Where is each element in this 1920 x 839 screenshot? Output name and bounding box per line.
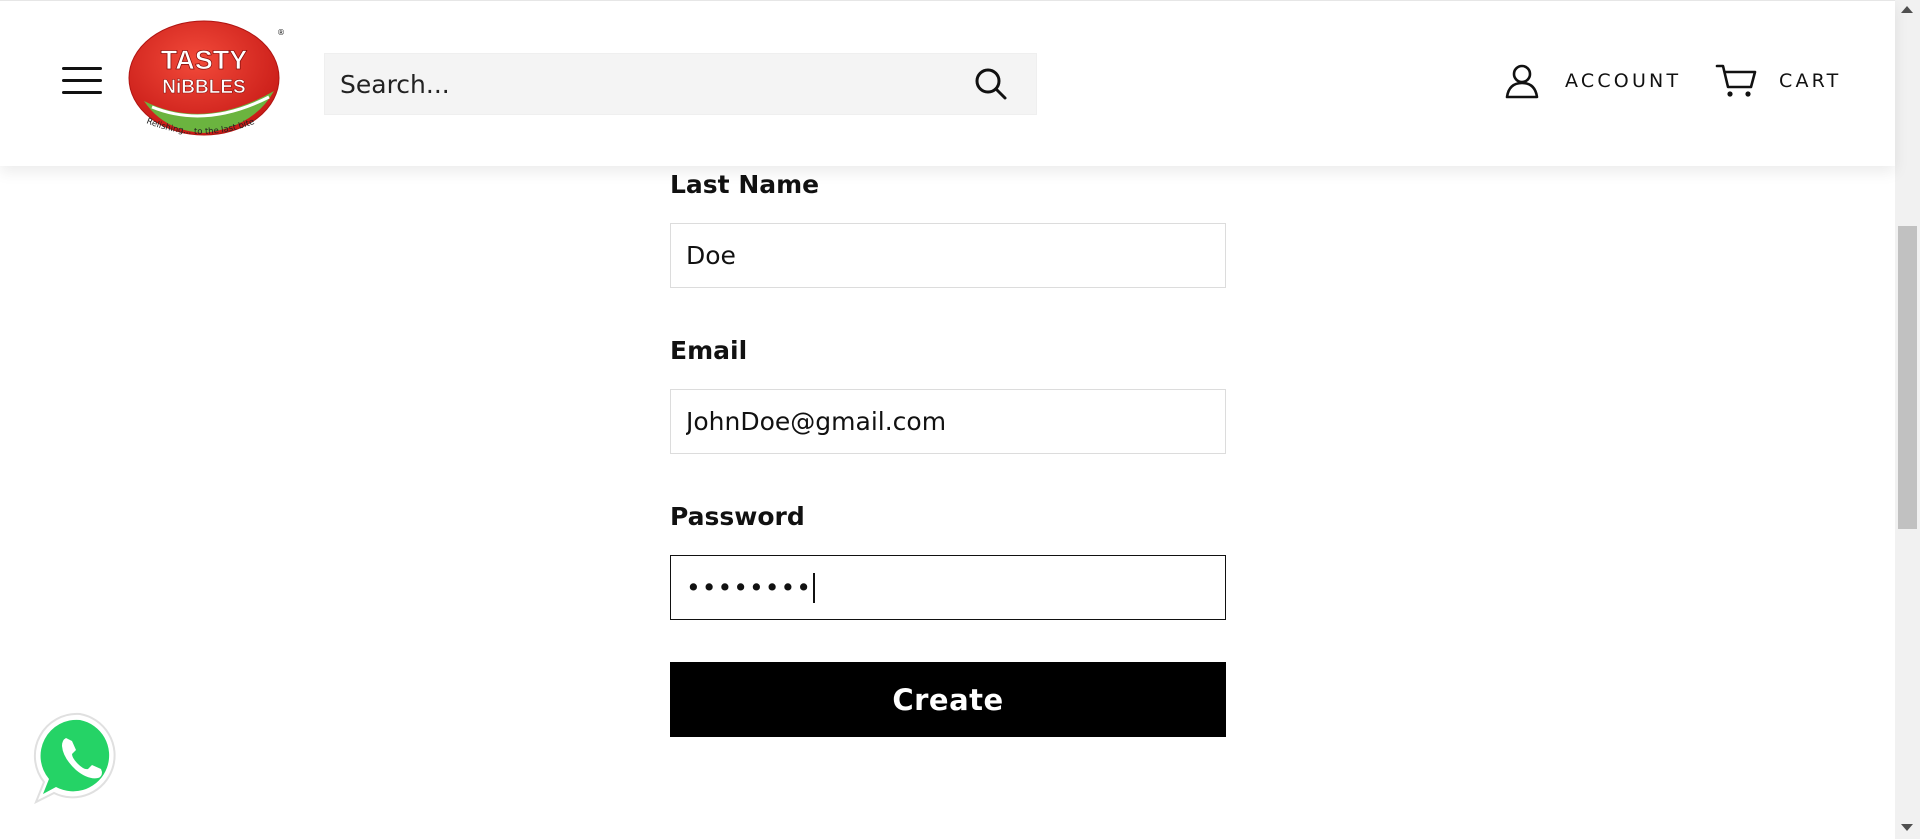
- site-header: TASTY NiBBLES ® Relishing... to the last…: [0, 0, 1895, 166]
- user-icon: [1505, 64, 1539, 99]
- password-value: ••••••••: [686, 573, 812, 602]
- cart-label: CART: [1779, 70, 1842, 92]
- logo[interactable]: TASTY NiBBLES ® Relishing... to the last…: [124, 19, 285, 147]
- cart-link[interactable]: CART: [1715, 63, 1842, 99]
- search-input[interactable]: [325, 54, 946, 114]
- password-label: Password: [670, 502, 805, 531]
- scrollbar[interactable]: [1895, 0, 1920, 839]
- create-button[interactable]: Create: [670, 662, 1226, 737]
- logo-text-line2: NiBBLES: [162, 77, 245, 98]
- account-link[interactable]: ACCOUNT: [1505, 63, 1681, 99]
- search-bar: [324, 53, 1037, 115]
- email-label: Email: [670, 336, 748, 365]
- email-field[interactable]: [670, 389, 1226, 454]
- whatsapp-icon: [33, 712, 116, 805]
- last-name-field[interactable]: [670, 223, 1226, 288]
- cart-icon: [1715, 64, 1757, 97]
- search-icon: [975, 68, 1007, 100]
- search-button[interactable]: [946, 54, 1036, 114]
- scroll-up-arrow-icon[interactable]: [1901, 6, 1913, 13]
- whatsapp-button[interactable]: [30, 708, 130, 808]
- logo-text-line1: TASTY: [161, 45, 248, 75]
- password-field[interactable]: ••••••••: [670, 555, 1226, 620]
- menu-icon[interactable]: [62, 67, 102, 99]
- text-cursor: [812, 572, 815, 603]
- account-label: ACCOUNT: [1565, 70, 1682, 92]
- scroll-down-arrow-icon[interactable]: [1901, 824, 1913, 831]
- last-name-label: Last Name: [670, 170, 820, 199]
- scroll-thumb[interactable]: [1898, 226, 1917, 529]
- svg-text:®: ®: [277, 28, 284, 37]
- register-form: Last Name Email Password ••••••••: [670, 170, 1226, 620]
